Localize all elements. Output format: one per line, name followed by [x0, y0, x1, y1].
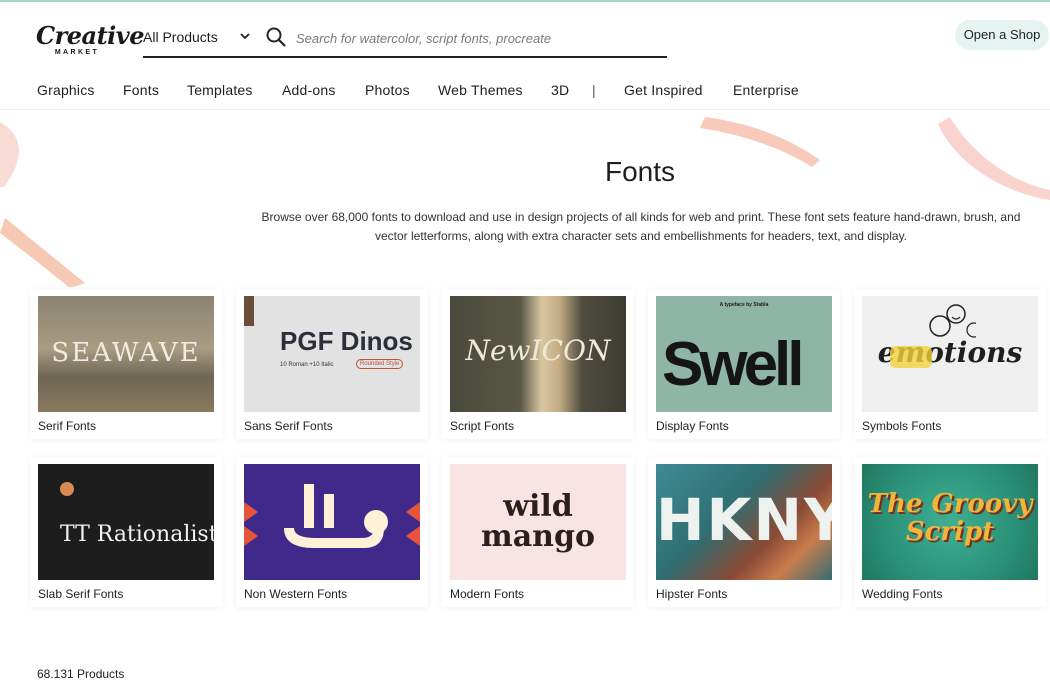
category-thumbnail: HKNY	[656, 464, 832, 580]
category-label: Hipster Fonts	[656, 587, 728, 601]
category-label: Sans Serif Fonts	[244, 419, 333, 433]
site-header: Creative MARKET All Products Open a Shop	[0, 2, 1050, 66]
category-card-display[interactable]: A typeface by Stabla Swell Display Fonts	[648, 289, 840, 439]
thumbnail-text: PGF Dinos	[280, 326, 413, 356]
creative-market-logo[interactable]: Creative MARKET	[36, 21, 144, 60]
category-thumbnail: TT Rationalist	[38, 464, 214, 580]
department-select[interactable]: All Products	[143, 29, 218, 45]
category-label: Slab Serif Fonts	[38, 587, 124, 601]
nav-item-get-inspired[interactable]: Get Inspired	[624, 82, 703, 98]
nav-item-add-ons[interactable]: Add-ons	[282, 82, 336, 98]
thumbnail-text: TT Rationalist	[60, 522, 214, 547]
thumbnail-text: wild mango	[481, 489, 595, 554]
open-a-shop-button[interactable]: Open a Shop	[955, 20, 1049, 50]
category-card-non-western[interactable]: Non Western Fonts	[236, 457, 428, 607]
brush-stroke-decoration	[0, 218, 85, 287]
category-label: Script Fonts	[450, 419, 515, 433]
nav-item-enterprise[interactable]: Enterprise	[733, 82, 799, 98]
category-card-sans-serif[interactable]: PGF Dinos 10 Roman +10 Italic Rounded St…	[236, 289, 428, 439]
category-thumbnail: NewICON	[450, 296, 626, 412]
category-card-script[interactable]: NewICON Script Fonts	[442, 289, 634, 439]
thumbnail-subtext: 10 Roman +10 Italic	[280, 362, 334, 368]
thumbnail-subtext: A typeface by Stabla	[719, 302, 769, 308]
nav-item-graphics[interactable]: Graphics	[37, 82, 95, 98]
brush-stroke-decoration	[938, 117, 1050, 200]
page-title: Fonts	[604, 156, 676, 187]
logo-subtitle: MARKET	[54, 49, 100, 56]
category-nav: Graphics Fonts Templates Add-ons Photos …	[0, 72, 1050, 110]
category-label: Display Fonts	[656, 419, 729, 433]
search-icon[interactable]	[265, 26, 287, 48]
category-thumbnail	[244, 464, 420, 580]
nav-item-fonts[interactable]: Fonts	[123, 82, 159, 98]
category-label: Symbols Fonts	[862, 419, 942, 433]
thumbnail-text: Swell	[662, 330, 805, 399]
category-card-modern[interactable]: wild mango Modern Fonts	[442, 457, 634, 607]
nav-item-templates[interactable]: Templates	[187, 82, 253, 98]
category-label: Non Western Fonts	[244, 587, 348, 601]
thumbnail-text: SEAWAVE	[51, 338, 201, 368]
category-thumbnail: SEAWAVE	[38, 296, 214, 412]
category-card-serif[interactable]: SEAWAVE Serif Fonts	[30, 289, 222, 439]
nav-item-photos[interactable]: Photos	[365, 82, 410, 98]
thumbnail-badge: Rounded Style	[356, 359, 404, 369]
chevron-down-icon[interactable]	[239, 30, 251, 42]
category-thumbnail: A typeface by Stabla Swell	[656, 296, 832, 412]
category-thumbnail: emotions	[862, 296, 1038, 412]
category-card-slab-serif[interactable]: TT Rationalist Slab Serif Fonts	[30, 457, 222, 607]
category-label: Wedding Fonts	[862, 587, 943, 601]
nav-item-web-themes[interactable]: Web Themes	[438, 82, 523, 98]
category-card-hipster[interactable]: HKNY Hipster Fonts	[648, 457, 840, 607]
category-thumbnail: The Groovy Script	[862, 464, 1038, 580]
category-thumbnail: PGF Dinos 10 Roman +10 Italic Rounded St…	[244, 296, 420, 412]
fonts-hero: Fonts Browse over 68,000 fonts to downlo…	[0, 112, 1050, 287]
category-card-symbols[interactable]: emotions Symbols Fonts	[854, 289, 1046, 439]
product-count: 68.131 Products	[37, 667, 125, 681]
nav-item-3d[interactable]: 3D	[551, 82, 569, 98]
thumbnail-text: NewICON	[465, 334, 611, 367]
thumbnail-text: The Groovy Script	[867, 489, 1033, 547]
category-card-wedding[interactable]: The Groovy Script Wedding Fonts	[854, 457, 1046, 607]
logo-wordmark: Creative	[36, 21, 144, 50]
page-description: Browse over 68,000 fonts to download and…	[261, 210, 1021, 243]
search-input[interactable]	[296, 26, 656, 50]
category-label: Serif Fonts	[38, 419, 97, 433]
arabic-lettering-illustration	[244, 484, 420, 548]
thumbnail-text: HKNY	[656, 486, 832, 554]
category-thumbnail: wild mango	[450, 464, 626, 580]
category-label: Modern Fonts	[450, 587, 525, 601]
search-bar: All Products	[143, 24, 667, 58]
nav-separator: |	[592, 82, 596, 98]
brush-stroke-decoration	[0, 122, 20, 187]
thumbnail-text: emotions	[877, 336, 1023, 369]
